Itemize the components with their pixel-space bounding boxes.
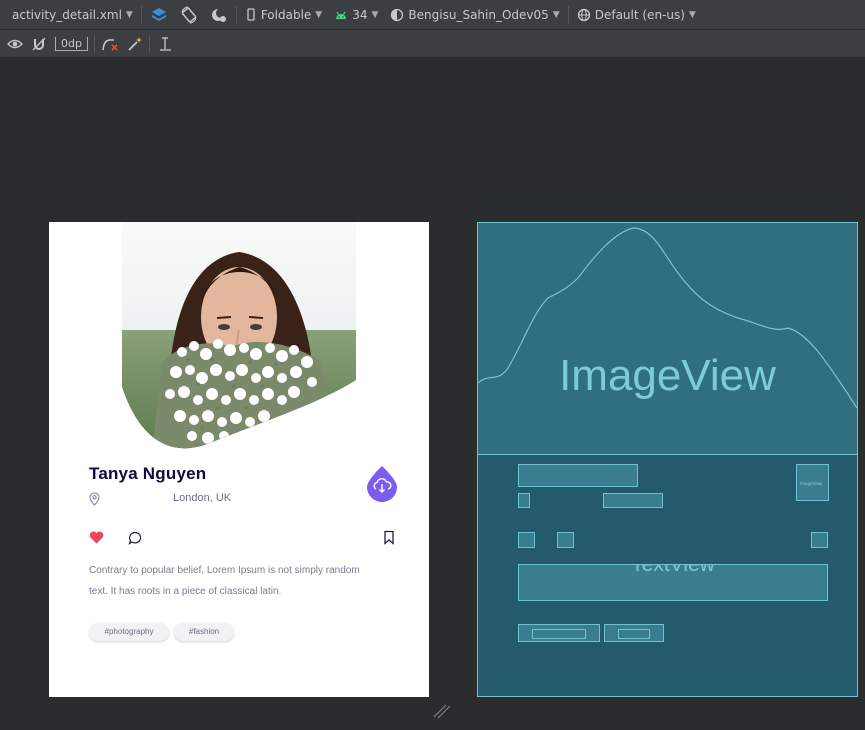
blueprint-name-text[interactable] — [518, 464, 638, 487]
blueprint-location-icon[interactable] — [518, 493, 530, 508]
chevron-down-icon: ▼ — [315, 9, 323, 20]
profile-description: Contrary to popular belief, Lorem Ipsum … — [89, 560, 389, 602]
default-margin-button[interactable]: 0dp — [51, 30, 92, 57]
design-surface-button[interactable] — [144, 0, 174, 29]
rotate-icon — [181, 5, 197, 24]
view-options-button[interactable] — [0, 30, 27, 57]
blueprint-view[interactable]: ImageView imageView TextView — [477, 222, 858, 697]
orientation-button[interactable] — [174, 0, 204, 29]
api-level: 34 — [352, 7, 368, 22]
theme-icon — [391, 8, 404, 21]
comment-button[interactable] — [128, 531, 143, 545]
night-mode-button[interactable] — [204, 0, 234, 29]
divider — [140, 5, 142, 24]
blueprint-tag-chip[interactable] — [518, 624, 600, 642]
tag-chip[interactable]: #fashion — [174, 623, 234, 641]
eye-icon — [7, 39, 23, 48]
chevron-down-icon: ▼ — [125, 9, 133, 20]
theme-selector[interactable]: Bengisu_Sahin_Odev05 ▼ — [384, 0, 565, 29]
blueprint-textview[interactable]: TextView — [518, 564, 828, 601]
globe-icon — [577, 8, 590, 21]
divider — [567, 5, 569, 24]
blueprint-imageview[interactable]: ImageView — [478, 223, 857, 455]
imageview-label: ImageView — [559, 351, 776, 400]
description-line: text. It has roots in a piece of classic… — [89, 586, 282, 597]
design-toolbar: activity_detail.xml ▼ Foldable ▼ 34 ▼ Be… — [0, 0, 865, 30]
profile-photo — [122, 222, 356, 454]
blueprint-tag-text — [532, 629, 586, 639]
blueprint-tag-text — [618, 629, 650, 639]
text-baseline-icon — [159, 36, 171, 51]
chevron-down-icon: ▼ — [688, 9, 696, 20]
guidelines-button[interactable] — [152, 30, 178, 57]
magic-wand-icon — [128, 36, 142, 51]
clear-constraints-icon — [102, 38, 118, 51]
device-name: Foldable — [260, 7, 312, 22]
night-mode-icon — [211, 7, 226, 22]
blueprint-comment-icon[interactable] — [557, 532, 574, 548]
locale-name: Default (en-us) — [594, 7, 685, 22]
android-icon — [336, 11, 347, 19]
image-placeholder-graphic — [478, 227, 857, 409]
infer-constraints-button[interactable] — [123, 30, 147, 57]
margin-value: 0dp — [55, 36, 88, 51]
like-button[interactable] — [89, 531, 104, 544]
design-preview[interactable]: Tanya Nguyen London, UK Contrary to popu… — [49, 222, 429, 697]
download-button[interactable] — [366, 464, 398, 502]
textview-label: TextView — [631, 564, 715, 576]
blueprint-like-icon[interactable] — [518, 532, 535, 548]
autoconnect-button[interactable] — [27, 30, 51, 57]
magnet-off-icon — [32, 37, 46, 50]
locale-selector[interactable]: Default (en-us) ▼ — [571, 0, 702, 29]
location-pin-icon — [89, 492, 100, 506]
chevron-down-icon: ▼ — [371, 9, 379, 20]
bookmark-button[interactable] — [383, 530, 395, 545]
file-selector[interactable]: activity_detail.xml ▼ — [0, 0, 139, 29]
clear-constraints-button[interactable] — [97, 30, 123, 57]
layout-toolbar: 0dp — [0, 30, 865, 58]
chevron-down-icon: ▼ — [552, 9, 560, 20]
divider — [93, 34, 95, 53]
divider — [148, 34, 150, 53]
profile-location: London, UK — [173, 492, 232, 504]
tiny-imageview-label: imageView — [800, 481, 822, 486]
device-selector[interactable]: Foldable ▼ — [239, 0, 328, 29]
profile-name: Tanya Nguyen — [89, 464, 207, 483]
api-level-selector[interactable]: 34 ▼ — [328, 0, 384, 29]
blueprint-tag-chip[interactable] — [604, 624, 664, 642]
description-line: Contrary to popular belief, Lorem Ipsum … — [89, 565, 360, 576]
blueprint-location-text[interactable] — [603, 493, 663, 508]
divider — [235, 5, 237, 24]
layers-icon — [151, 7, 166, 21]
resize-handle-icon[interactable] — [432, 703, 452, 719]
phone-icon — [247, 7, 255, 21]
tag-chip[interactable]: #photography — [89, 623, 169, 641]
file-name: activity_detail.xml — [12, 7, 122, 22]
blueprint-download-image[interactable]: imageView — [796, 464, 829, 501]
theme-name: Bengisu_Sahin_Odev05 — [408, 7, 549, 22]
blueprint-bookmark-icon[interactable] — [811, 532, 828, 548]
